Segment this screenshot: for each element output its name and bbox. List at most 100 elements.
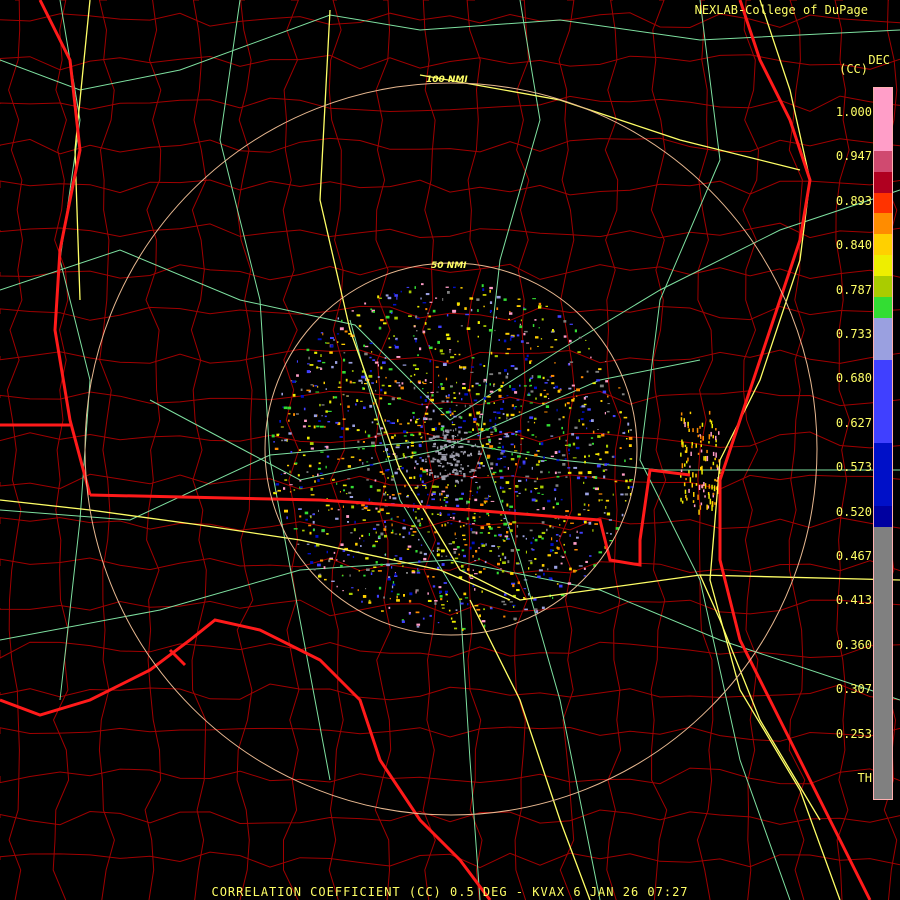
radar-echo — [533, 608, 538, 610]
radar-echo — [284, 509, 288, 513]
radar-echo — [416, 570, 420, 572]
radar-echo — [689, 465, 691, 468]
radar-echo — [348, 491, 352, 494]
radar-echo — [463, 367, 466, 370]
radar-echo — [325, 504, 330, 507]
radar-echo — [502, 490, 506, 493]
radar-echo — [453, 551, 457, 554]
radar-echo — [415, 611, 420, 614]
radar-echo — [451, 453, 453, 455]
radar-echo — [408, 315, 412, 317]
radar-echo — [584, 455, 586, 458]
radar-echo — [379, 327, 382, 330]
radar-echo — [394, 533, 398, 535]
radar-echo — [427, 531, 430, 533]
radar-echo — [394, 316, 398, 320]
radar-echo — [525, 550, 527, 554]
radar-echo — [442, 434, 447, 436]
radar-echo — [401, 620, 405, 623]
radar-echo — [460, 325, 463, 327]
radar-echo — [471, 455, 473, 457]
radar-echo — [346, 515, 350, 518]
radar-echo — [482, 465, 485, 467]
radar-echo — [489, 309, 492, 313]
radar-echo — [494, 428, 497, 432]
radar-echo — [625, 479, 628, 483]
radar-echo — [520, 340, 524, 343]
radar-echo — [597, 429, 599, 430]
radar-echo — [393, 303, 397, 306]
radar-echo — [519, 384, 521, 387]
radar-echo — [406, 431, 409, 434]
radar-echo — [708, 434, 711, 440]
radar-echo — [412, 454, 414, 457]
radar-echo — [558, 389, 562, 391]
radar-echo — [504, 556, 507, 560]
radar-echo — [493, 411, 497, 413]
radar-echo — [448, 444, 451, 447]
radar-echo — [510, 365, 515, 367]
radar-echo — [421, 459, 425, 462]
radar-echo — [363, 387, 365, 390]
radar-echo — [552, 329, 554, 332]
radar-echo — [709, 419, 711, 423]
radar-echo — [355, 542, 358, 546]
radar-echo — [422, 441, 424, 444]
radar-echo — [563, 320, 567, 323]
radar-echo — [441, 400, 445, 403]
radar-echo — [319, 403, 321, 407]
radar-echo — [444, 444, 447, 447]
radar-echo — [571, 433, 575, 436]
radar-echo — [455, 453, 460, 457]
radar-echo — [629, 458, 633, 460]
radar-echo — [681, 500, 684, 504]
radar-echo — [458, 446, 462, 448]
radar-echo — [470, 308, 473, 312]
radar-echo — [372, 402, 375, 405]
radar-echo — [455, 404, 458, 407]
radar-echo — [541, 493, 544, 495]
radar-echo — [596, 464, 601, 468]
radar-echo — [413, 476, 416, 479]
radar-echo — [456, 440, 459, 444]
radar-echo — [464, 404, 466, 408]
radar-echo — [441, 607, 445, 609]
radar-echo — [309, 364, 314, 366]
radar-echo — [480, 413, 484, 415]
radar-echo — [377, 376, 380, 378]
radar-echo — [351, 587, 354, 589]
radar-echo — [531, 498, 536, 502]
radar-echo — [463, 554, 466, 558]
radar-echo — [436, 475, 439, 478]
radar-echo — [429, 469, 432, 472]
radar-echo — [342, 505, 344, 508]
radar-echo — [534, 538, 538, 542]
radar-echo — [330, 507, 333, 510]
radar-echo — [423, 557, 427, 561]
radar-echo — [483, 325, 487, 327]
radar-echo — [411, 570, 415, 573]
radar-echo — [314, 480, 316, 483]
radar-echo — [441, 454, 446, 456]
radar-echo — [497, 562, 500, 566]
radar-echo — [529, 378, 531, 382]
radar-echo — [438, 452, 442, 455]
radar-echo — [394, 345, 399, 349]
radar-echo — [514, 367, 518, 370]
radar-echo — [404, 484, 406, 488]
radar-echo — [450, 463, 453, 466]
radar-echo — [486, 523, 491, 526]
radar-echo — [458, 470, 462, 472]
radar-echo — [713, 485, 716, 492]
radar-echo — [375, 507, 378, 510]
radar-echo — [506, 531, 509, 534]
radar-echo — [710, 420, 713, 425]
radar-echo — [417, 493, 420, 496]
color-swatch-13 — [874, 527, 892, 799]
radar-echo — [569, 323, 573, 325]
radar-echo — [689, 477, 692, 483]
radar-echo — [445, 333, 450, 337]
radar-echo — [387, 455, 391, 458]
radar-echo — [349, 496, 354, 498]
radar-echo — [704, 495, 706, 498]
